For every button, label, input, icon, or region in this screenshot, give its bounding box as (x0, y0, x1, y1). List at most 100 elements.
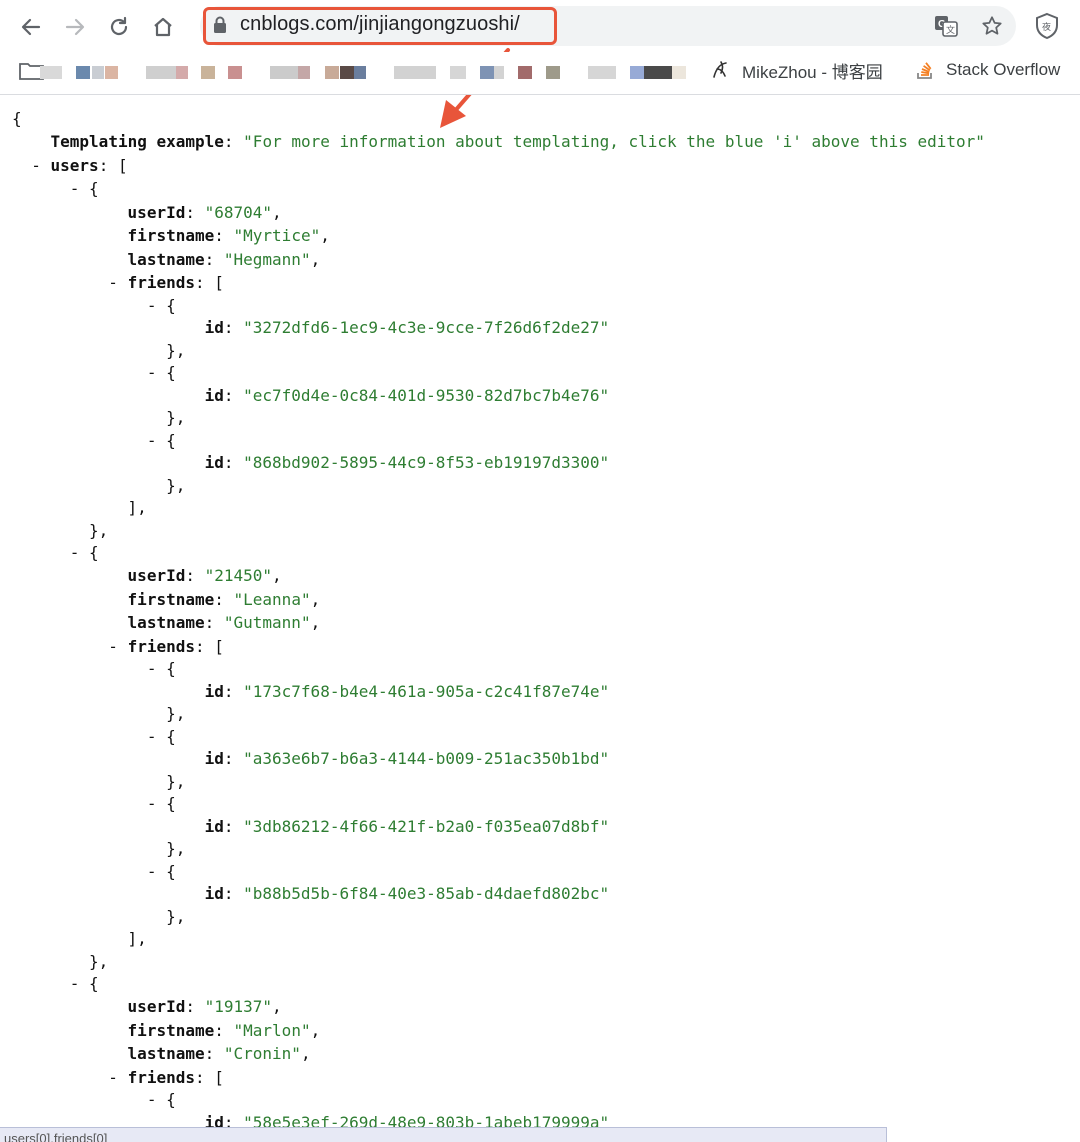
collapse-toggle[interactable]: - (147, 727, 166, 746)
collapse-toggle[interactable]: - (147, 431, 166, 450)
json-key: friends (127, 273, 195, 292)
json-string-value: "3272dfd6-1ec9-4c3e-9cce-7f26d6f2de27" (243, 318, 610, 337)
json-punctuation: , (310, 249, 321, 269)
bookmark-mikezhou[interactable]: MikeZhou - 博客园 (710, 58, 883, 82)
collapse-toggle[interactable]: - (147, 659, 166, 678)
collapse-toggle[interactable]: - (70, 543, 89, 562)
json-user-open[interactable]: - { (70, 542, 99, 564)
json-key: friends (127, 1067, 195, 1087)
json-string-value: "a363e6b7-b6a3-4144-b009-251ac350b1bd" (243, 749, 610, 768)
json-punctuation: }, (166, 475, 186, 495)
back-button[interactable] (16, 12, 46, 42)
bookmark-label: Stack Overflow (946, 60, 1061, 79)
translate-button[interactable]: G文 (934, 14, 958, 38)
json-friend-open[interactable]: - { (147, 793, 176, 815)
translate-icon: G文 (935, 16, 958, 37)
json-punctuation: , (272, 997, 282, 1016)
reload-button[interactable] (104, 12, 134, 42)
json-punctuation: : [ (98, 156, 128, 175)
collapse-toggle[interactable]: - (147, 794, 166, 813)
json-friend-id-row: id: "a363e6b7-b6a3-4144-b009-251ac350b1b… (205, 748, 610, 770)
json-friends-close: ], (128, 497, 147, 519)
collapse-toggle[interactable]: - (108, 1068, 127, 1087)
forward-button[interactable] (60, 12, 90, 42)
bookmark-stackoverflow[interactable]: Stack Overflow (914, 58, 1060, 82)
collapse-toggle[interactable]: - (108, 637, 127, 656)
json-punctuation: , (272, 566, 282, 585)
json-friends-row[interactable]: - friends: [ (108, 272, 224, 294)
url-text[interactable]: cnblogs.com/jinjiangongzuoshi/ (240, 13, 520, 36)
json-friends-row[interactable]: - friends: [ (108, 1067, 224, 1089)
json-key: lastname (127, 249, 205, 269)
json-punctuation: : (223, 453, 244, 472)
json-punctuation: { (166, 363, 176, 382)
json-friend-open[interactable]: - { (147, 362, 176, 384)
json-punctuation: : (204, 1044, 224, 1063)
json-punctuation: { (166, 659, 176, 678)
json-friend-open[interactable]: - { (147, 726, 176, 748)
json-punctuation: { (166, 1090, 176, 1109)
json-punctuation: { (166, 430, 176, 450)
json-key: id (204, 884, 224, 903)
json-punctuation: : (223, 816, 244, 836)
json-punctuation: }, (89, 520, 109, 540)
collapse-toggle[interactable]: - (147, 296, 166, 315)
collapse-toggle[interactable]: - (147, 363, 166, 382)
json-open-brace: { (12, 108, 22, 130)
json-string-value: "68704" (204, 202, 273, 222)
json-string-value: "Cronin" (223, 1044, 301, 1063)
svg-text:夜: 夜 (1042, 21, 1051, 33)
json-punctuation: { (89, 973, 99, 993)
json-users-row[interactable]: - users: [ (31, 155, 127, 177)
json-key: lastname (127, 1044, 205, 1063)
json-friend-open[interactable]: - { (147, 1089, 176, 1111)
json-punctuation: { (166, 726, 176, 746)
json-friend-open[interactable]: - { (147, 295, 176, 317)
arrow-left-icon (21, 18, 41, 36)
json-userid-row: userId: "68704", (128, 202, 282, 224)
json-punctuation: ], (127, 929, 147, 948)
json-string-value: "For more information about templating, … (243, 132, 985, 151)
json-string-value: "868bd902-5895-44c9-8f53-eb19197d3300" (243, 453, 610, 472)
json-user-open[interactable]: - { (70, 178, 99, 200)
json-firstname-row: firstname: "Marlon", (128, 1020, 321, 1042)
json-punctuation: : (223, 132, 244, 151)
json-key: userId (127, 202, 186, 222)
reload-icon (110, 16, 128, 36)
json-punctuation: { (166, 295, 176, 315)
json-user-close: }, (89, 520, 108, 542)
bookmark-star-button[interactable] (980, 14, 1004, 38)
extension-button[interactable]: 夜 (1034, 12, 1060, 40)
collapse-toggle[interactable]: - (108, 273, 127, 292)
json-string-value: "Gutmann" (223, 613, 311, 632)
collapse-toggle[interactable]: - (147, 862, 166, 881)
json-lastname-row: lastname: "Cronin", (128, 1043, 311, 1065)
json-key: firstname (127, 589, 215, 609)
json-punctuation: : (185, 566, 205, 585)
collapse-toggle[interactable]: - (147, 1090, 166, 1109)
collapse-toggle[interactable]: - (70, 974, 89, 993)
json-user-open[interactable]: - { (70, 973, 99, 995)
json-friend-id-row: id: "868bd902-5895-44c9-8f53-eb19197d330… (205, 452, 610, 474)
status-path: users[0].friends[0] (4, 1131, 108, 1142)
status-bar: users[0].friends[0] (0, 1127, 887, 1142)
json-punctuation: }, (166, 771, 186, 791)
json-key: id (204, 385, 224, 405)
json-friend-open[interactable]: - { (147, 861, 176, 883)
json-key: firstname (127, 226, 215, 245)
collapse-toggle[interactable]: - (31, 156, 50, 175)
json-friend-close: }, (166, 340, 185, 362)
json-friends-row[interactable]: - friends: [ (108, 636, 224, 658)
json-friend-id-row: id: "ec7f0d4e-0c84-401d-9530-82d7bc7b4e7… (205, 385, 610, 407)
json-lastname-row: lastname: "Gutmann", (128, 612, 321, 634)
home-button[interactable] (148, 12, 178, 42)
lock-icon[interactable] (213, 16, 227, 39)
json-key: users (50, 156, 99, 175)
json-key: firstname (127, 1020, 215, 1040)
collapse-toggle[interactable]: - (70, 179, 89, 198)
json-friend-open[interactable]: - { (147, 658, 176, 680)
json-string-value: "Hegmann" (223, 249, 311, 269)
json-key: id (204, 453, 224, 472)
json-punctuation: : (214, 589, 234, 609)
json-friend-open[interactable]: - { (147, 430, 176, 452)
